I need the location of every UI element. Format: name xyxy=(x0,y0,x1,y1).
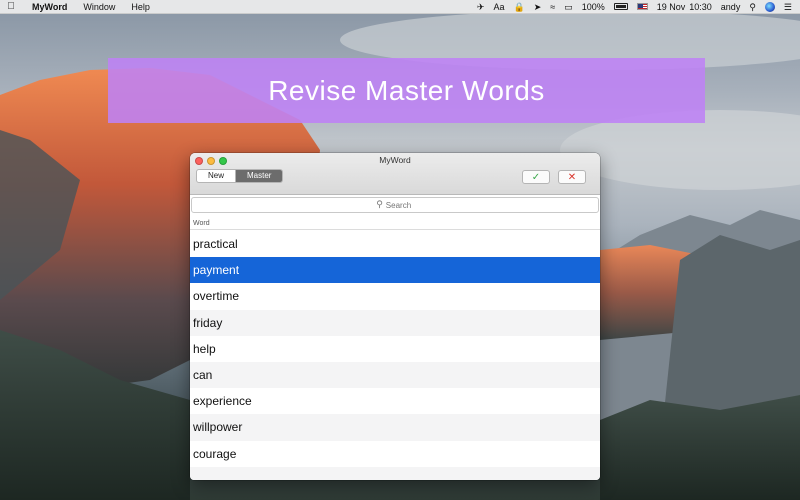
confirm-button[interactable]: ✓ xyxy=(522,170,550,184)
menu-help[interactable]: Help xyxy=(131,2,150,12)
airplane-icon[interactable]: ✈ xyxy=(477,0,485,14)
word-list: practical payment overtime friday help c… xyxy=(190,231,600,480)
list-item[interactable]: overtime xyxy=(190,283,600,309)
list-item[interactable]: friday xyxy=(190,309,600,336)
tab-master[interactable]: Master xyxy=(235,170,283,182)
window-titlebar[interactable]: MyWord New Master ✓ ✕ xyxy=(190,153,600,195)
list-item-empty xyxy=(190,466,600,480)
list-item[interactable]: experience xyxy=(190,388,600,414)
siri-icon[interactable] xyxy=(764,1,775,12)
column-header-word[interactable]: Word xyxy=(190,217,600,230)
spotlight-search-icon[interactable]: ⚲ xyxy=(749,0,756,14)
cancel-button[interactable]: ✕ xyxy=(558,170,586,184)
close-icon: ✕ xyxy=(567,171,577,183)
text-input-menu[interactable]: Aa xyxy=(493,0,504,14)
clock-time[interactable]: 10:30 xyxy=(689,0,712,14)
list-item[interactable]: help xyxy=(190,336,600,362)
menu-app-name[interactable]: MyWord xyxy=(32,2,67,12)
wifi-icon[interactable]: ≈ xyxy=(550,0,555,14)
apple-menu-icon[interactable]:  xyxy=(0,1,22,12)
lock-icon[interactable]: 🔒 xyxy=(513,0,524,14)
app-window: MyWord New Master ✓ ✕ ⚲ Word practical p… xyxy=(190,153,600,480)
menu-bar:  MyWord Window Help ✈ Aa 🔒 ➤ ≈ ▭ 100% 1… xyxy=(0,0,800,14)
mode-segmented-control: New Master xyxy=(196,169,284,183)
input-source-flag-icon[interactable] xyxy=(636,3,648,10)
user-name[interactable]: andy xyxy=(721,0,741,14)
menu-window[interactable]: Window xyxy=(83,2,115,12)
search-icon: ⚲ xyxy=(376,200,383,210)
tab-new[interactable]: New xyxy=(197,170,235,182)
list-item[interactable]: courage xyxy=(190,441,600,467)
checkmark-icon: ✓ xyxy=(531,171,541,183)
search-input[interactable] xyxy=(385,200,414,210)
battery-percent: 100% xyxy=(581,1,605,12)
list-item-selected[interactable]: payment xyxy=(190,257,600,284)
location-icon[interactable]: ➤ xyxy=(534,0,542,14)
banner-title: Revise Master Words xyxy=(268,74,545,106)
search-field[interactable]: ⚲ xyxy=(191,197,599,213)
battery-icon[interactable] xyxy=(613,3,628,10)
notification-center-icon[interactable]: ☰ xyxy=(784,0,792,14)
window-title: MyWord xyxy=(379,155,411,165)
list-item[interactable]: can xyxy=(190,361,600,389)
list-item[interactable]: practical xyxy=(190,231,600,257)
list-item[interactable]: willpower xyxy=(190,414,600,441)
display-icon[interactable]: ▭ xyxy=(564,0,573,14)
clock-date[interactable]: 19 Nov xyxy=(657,0,686,14)
promo-banner: Revise Master Words xyxy=(108,58,705,123)
